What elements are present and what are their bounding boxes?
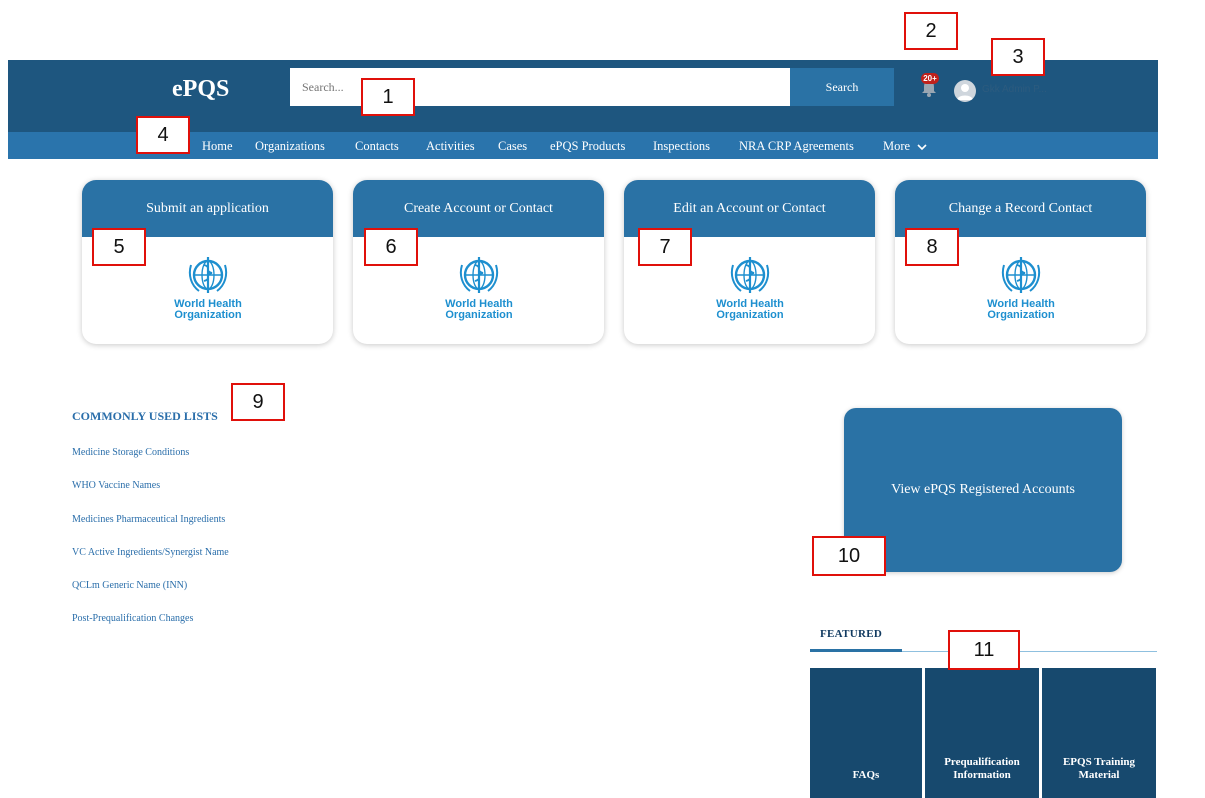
featured-card-faqs[interactable]: FAQs [810, 668, 922, 798]
featured-card-label: Prequalification Information [944, 756, 1020, 781]
nav-more-label: More [883, 139, 911, 153]
annotation-marker-4: 4 [136, 116, 190, 154]
nav-item-activities[interactable]: Activities [426, 137, 475, 155]
user-icon [957, 84, 973, 100]
who-emblem-icon [188, 257, 228, 293]
nav-item-more[interactable]: More [883, 137, 928, 155]
list-link[interactable]: QCLm Generic Name (INN) [72, 580, 187, 594]
annotation-marker-5: 5 [92, 228, 146, 266]
featured-card-training[interactable]: EPQS Training Material [1042, 668, 1156, 798]
list-link[interactable]: Post-Prequalification Changes [72, 613, 193, 627]
featured-card-label: EPQS Training Material [1062, 756, 1136, 781]
who-logo-text: World Health Organization [174, 298, 242, 321]
avatar[interactable] [954, 80, 976, 102]
list-link[interactable]: VC Active Ingredients/Synergist Name [72, 547, 229, 561]
nav-item-epqs-products[interactable]: ePQS Products [550, 137, 625, 155]
who-logo: World Health Organization [712, 253, 788, 333]
list-link[interactable]: WHO Vaccine Names [72, 480, 160, 494]
annotation-marker-3: 3 [991, 38, 1045, 76]
nav-item-cases[interactable]: Cases [498, 137, 527, 155]
featured-tab[interactable]: FEATURED [820, 628, 900, 644]
who-logo-text: World Health Organization [716, 298, 784, 321]
search-button[interactable]: Search [790, 68, 894, 106]
who-logo: World Health Organization [441, 253, 517, 333]
nav-item-inspections[interactable]: Inspections [653, 137, 710, 155]
nav-item-nra-crp-agreements[interactable]: NRA CRP Agreements [739, 137, 854, 155]
annotation-marker-2: 2 [904, 12, 958, 50]
featured-card-prequalification[interactable]: Prequalification Information [925, 668, 1039, 798]
annotation-marker-10: 10 [812, 536, 886, 576]
nav-item-organizations[interactable]: Organizations [255, 137, 325, 155]
featured-active-indicator [810, 649, 902, 652]
notification-badge: 20+ [921, 73, 939, 84]
annotation-marker-8: 8 [905, 228, 959, 266]
who-logo-text: World Health Organization [987, 298, 1055, 321]
user-name[interactable]: Gkk Admin P... [982, 84, 1052, 98]
annotation-marker-1: 1 [361, 78, 415, 116]
list-link[interactable]: Medicines Pharmaceutical Ingredients [72, 514, 225, 528]
list-link[interactable]: Medicine Storage Conditions [72, 447, 189, 461]
who-emblem-icon [730, 257, 770, 293]
annotation-marker-9: 9 [231, 383, 285, 421]
who-logo: World Health Organization [983, 253, 1059, 333]
annotation-marker-7: 7 [638, 228, 692, 266]
nav-item-contacts[interactable]: Contacts [355, 137, 399, 155]
annotation-marker-6: 6 [364, 228, 418, 266]
who-emblem-icon [1001, 257, 1041, 293]
who-emblem-icon [459, 257, 499, 293]
nav-item-home[interactable]: Home [202, 137, 233, 155]
featured-card-label: FAQs [852, 769, 880, 781]
brand-logo[interactable]: ePQS [172, 76, 262, 106]
chevron-down-icon [917, 144, 927, 151]
who-logo-text: World Health Organization [445, 298, 513, 321]
commonly-used-lists-title: COMMONLY USED LISTS [72, 409, 218, 423]
who-logo: World Health Organization [170, 253, 246, 333]
annotation-marker-11: 11 [948, 630, 1020, 670]
